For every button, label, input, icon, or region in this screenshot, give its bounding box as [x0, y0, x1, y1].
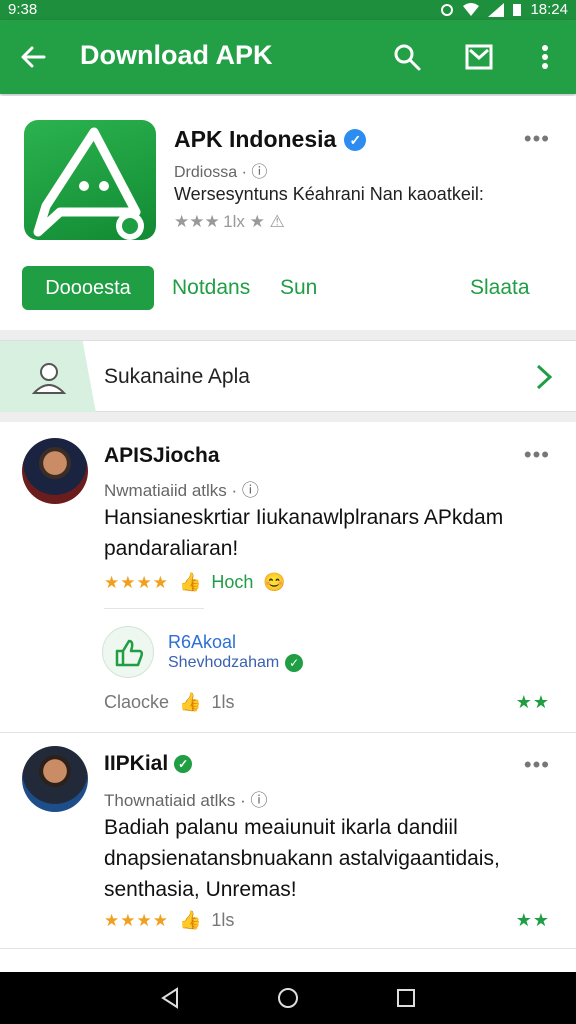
section-divider: [0, 330, 576, 340]
thumbs-up-icon[interactable]: 👍: [179, 572, 201, 593]
download-button[interactable]: Doooesta: [22, 266, 154, 310]
developer-text: Drdiossa: [174, 164, 238, 181]
verified-check-icon: ✓: [285, 654, 304, 672]
green-stars: ★★: [515, 910, 550, 930]
status-time: 9:38: [8, 1, 38, 18]
details-button[interactable]: Notdans: [172, 276, 250, 300]
chevron-right-icon: [536, 364, 553, 390]
suggestion-label: Sukanaine Apla: [104, 365, 250, 388]
review-stars: ★★★★: [104, 572, 169, 592]
signal-icon: [488, 2, 505, 17]
reply-subtitle: Shevhodzaham ✓: [168, 654, 304, 672]
reply-title[interactable]: R6Akoal: [168, 632, 236, 653]
share-button[interactable]: Slaata: [470, 276, 530, 300]
avatar: [22, 746, 88, 812]
section-divider: [0, 412, 576, 422]
helpful-label: Hoch: [211, 572, 254, 592]
smile-icon: 😊: [263, 572, 286, 592]
back-arrow-icon[interactable]: [18, 42, 48, 72]
like-count: 1ls: [211, 692, 235, 712]
suggestion-row[interactable]: Sukanaine Apla: [0, 340, 576, 413]
info-icon: ⓘ: [251, 164, 268, 181]
reply-thumbs-icon: [102, 626, 154, 678]
more-options-icon[interactable]: •••: [524, 752, 550, 778]
thumbs-up-icon[interactable]: 👍: [179, 692, 201, 713]
review-meta: Thownatiaid atlks · ⓘ: [104, 791, 268, 810]
rating-line: ★★★ 1lx ★ ⚠: [174, 212, 285, 231]
app-header-card: APK Indonesia ✓ Drdiossa · ⓘ Wersesyntun…: [0, 96, 576, 330]
row-divider: [0, 948, 576, 949]
system-nav-bar: [0, 972, 576, 1024]
footer-label: Claocke: [104, 692, 170, 712]
review-card: APISJiocha ••• Nwmatiaiid atlks · ⓘ Hans…: [0, 422, 576, 732]
developer-name[interactable]: Drdiossa · ⓘ: [174, 158, 267, 182]
app-name-text: APK Indonesia: [174, 126, 337, 152]
app-bar: Download APK: [0, 20, 576, 94]
battery-icon: [513, 3, 522, 16]
status-clock-right: 18:24: [530, 1, 568, 18]
review-meta-text: Nwmatiaiid atlks: [104, 481, 227, 500]
review-card: IIPKial ✓ ••• Thownatiaid atlks · ⓘ Badia…: [0, 734, 576, 954]
thumbs-up-icon[interactable]: 👍: [179, 910, 201, 931]
reviewer-name-text: IIPKial: [104, 752, 169, 775]
verified-badge-icon: ✓: [344, 128, 367, 151]
app-logo-icon: [24, 120, 156, 240]
back-triangle-icon[interactable]: [158, 986, 182, 1010]
reviewer-name: APISJiocha: [104, 444, 220, 467]
more-options-icon[interactable]: •••: [524, 126, 550, 152]
app-name: APK Indonesia ✓: [174, 126, 367, 153]
review-body: Badiah palanu meaiunuit ikarla dandiil d…: [104, 816, 500, 901]
page-title: Download APK: [80, 40, 273, 70]
search-icon[interactable]: [392, 42, 422, 72]
overflow-menu-icon[interactable]: [530, 42, 560, 72]
avatar: [22, 438, 88, 504]
review-meta: Nwmatiaiid atlks · ⓘ: [104, 481, 259, 500]
alarm-icon: [441, 3, 454, 16]
status-bar: 9:38 18:24: [0, 0, 576, 20]
like-count: 1ls: [211, 910, 235, 930]
review-separator: [104, 608, 204, 609]
sun-button[interactable]: Sun: [280, 276, 317, 300]
home-circle-icon[interactable]: [276, 986, 300, 1010]
status-icons: 18:24: [440, 1, 568, 18]
row-divider: [0, 732, 576, 733]
recents-square-icon[interactable]: [394, 986, 418, 1010]
review-stars: ★★★★: [104, 910, 169, 930]
green-stars: ★★: [515, 692, 550, 712]
mail-icon[interactable]: [464, 42, 494, 72]
review-body: Hansianeskrtiar Iiukanawlplranars APkdam…: [104, 506, 504, 560]
info-icon: ⓘ: [241, 481, 259, 500]
user-icon: [31, 363, 67, 394]
review-meta-text: Thownatiaid atlks: [104, 791, 236, 810]
reply-subtitle-text: Shevhodzaham: [168, 654, 280, 671]
info-icon: ⓘ: [250, 791, 268, 810]
more-options-icon[interactable]: •••: [524, 442, 550, 468]
wifi-icon: [463, 2, 480, 16]
reviewer-name: IIPKial ✓: [104, 752, 193, 776]
verified-check-icon: ✓: [174, 755, 193, 773]
app-description: Wersesyntuns Kéahrani Nan kaoatkeil:: [174, 184, 484, 204]
